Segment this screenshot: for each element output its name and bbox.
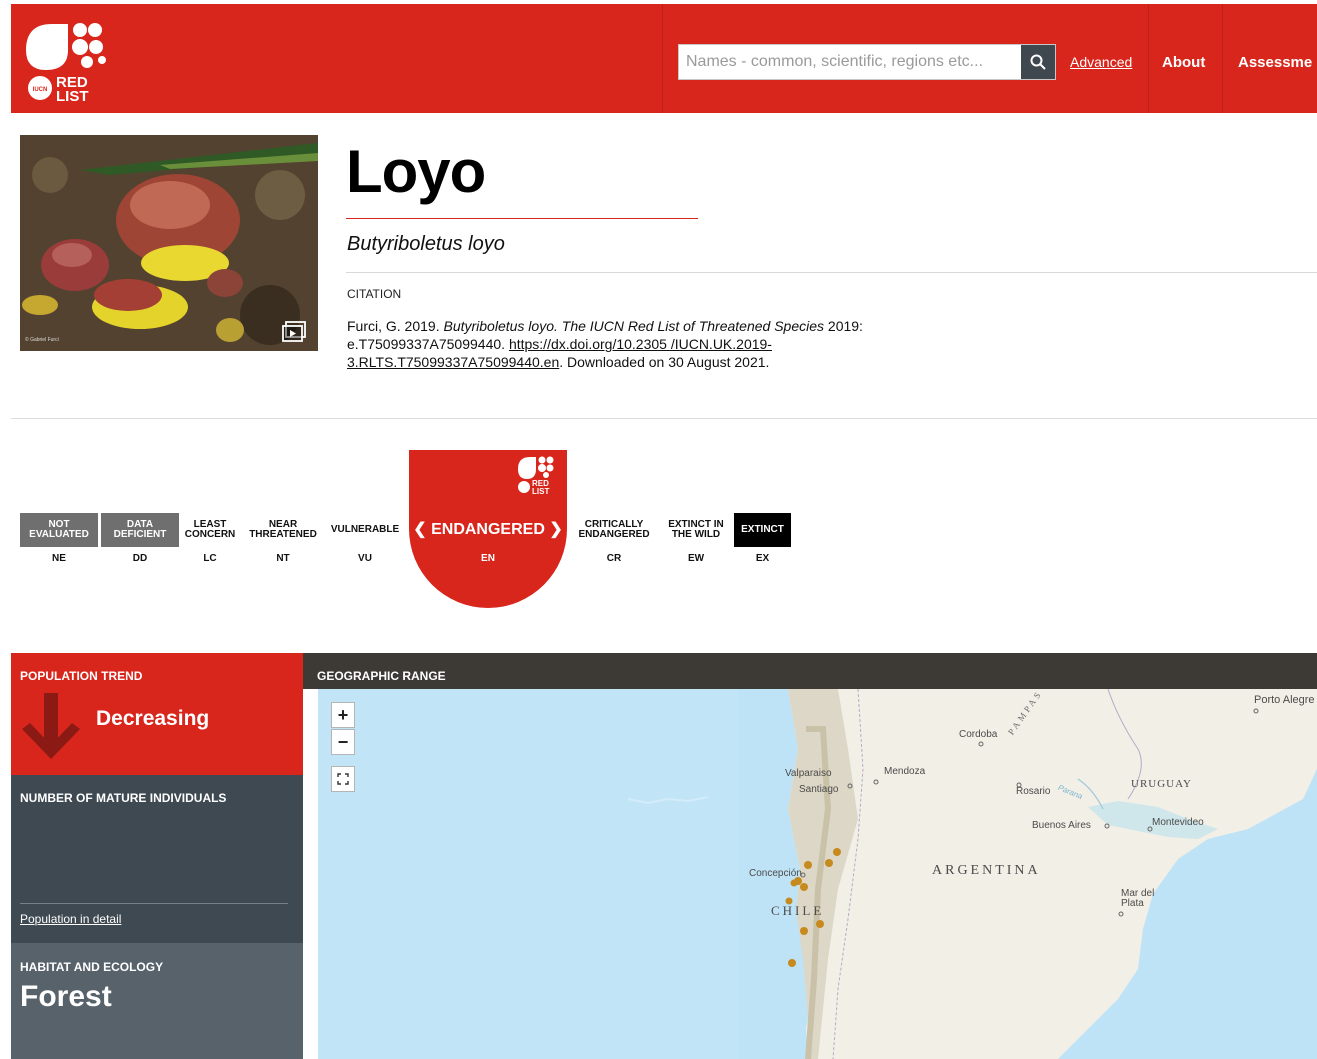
advanced-search-link[interactable]: Advanced <box>1070 54 1132 70</box>
map-label-santiago: Santiago <box>799 784 839 795</box>
search-box <box>678 44 1056 80</box>
map-label-porto-alegre: Porto Alegre <box>1254 694 1315 706</box>
photo-credit: © Gabriel Furci <box>25 337 59 343</box>
category-lc: LEAST CONCERN <box>184 519 236 540</box>
code-dd: DD <box>132 553 148 564</box>
habitat-label: HABITAT AND ECOLOGY <box>20 960 164 974</box>
red-list-mini-logo: RED LIST <box>518 456 554 495</box>
map-label-valparaiso: Valparaiso <box>785 768 832 779</box>
map-label-buenos-aires: Buenos Aires <box>1032 820 1091 831</box>
scientific-name: Butyriboletus loyo <box>347 233 505 255</box>
fullscreen-button[interactable] <box>331 766 355 792</box>
map-label-chile: CHILE <box>771 903 825 918</box>
range-map[interactable]: Porto Alegre Cordoba PAMPAS Mendoza Valp… <box>318 689 1317 1059</box>
common-name: Loyo <box>346 138 486 205</box>
map-label-mar-del-plata: Mar del Plata <box>1121 888 1155 909</box>
citation-text: Furci, G. 2019. Butyriboletus loyo. The … <box>347 317 947 371</box>
category-ex: EXTINCT <box>734 513 791 547</box>
header-divider <box>662 4 663 113</box>
site-header: IUCN RED LIST Advanced About Assessme <box>11 4 1317 113</box>
divider <box>20 903 288 904</box>
chevron-left-icon: ❮ <box>413 521 427 538</box>
species-photo[interactable]: © Gabriel Furci <box>20 135 318 351</box>
title-divider <box>346 218 698 219</box>
fullscreen-icon <box>337 773 349 785</box>
map-label-cordoba: Cordoba <box>959 729 998 740</box>
category-cr: CRITICALLY ENDANGERED <box>578 519 650 540</box>
section-divider <box>11 418 1317 419</box>
header-divider <box>1148 4 1149 113</box>
code-vu: VU <box>358 553 372 564</box>
citation-authors: Furci, G. 2019. <box>347 318 444 334</box>
nav-assessments[interactable]: Assessme <box>1238 54 1312 71</box>
code-ne: NE <box>52 553 66 564</box>
search-button[interactable] <box>1021 45 1055 79</box>
zoom-out-button[interactable]: − <box>331 729 355 755</box>
search-icon <box>1030 54 1046 70</box>
map-label-uruguay: URUGUAY <box>1131 778 1192 790</box>
category-vu: VULNERABLE <box>330 524 400 535</box>
mushroom-image <box>20 135 318 351</box>
search-input[interactable] <box>679 45 1019 79</box>
citation-label: CITATION <box>347 287 402 301</box>
svg-text:IUCN: IUCN <box>33 87 48 93</box>
category-ew: EXTINCT IN THE WILD <box>668 519 724 540</box>
geographic-range-label: GEOGRAPHIC RANGE <box>317 669 446 683</box>
habitat-value[interactable]: Forest <box>20 980 112 1014</box>
citation-title: Butyriboletus loyo. The IUCN Red List of… <box>443 318 825 334</box>
map-label-concepcion: Concepción <box>749 868 802 879</box>
code-ew: EW <box>687 553 705 564</box>
selected-category-label: ❮ ENDANGERED ❯ <box>413 521 563 538</box>
map-canvas <box>318 689 1317 1059</box>
code-lc: LC <box>203 553 217 564</box>
red-list-logo[interactable]: IUCN RED LIST <box>24 20 124 104</box>
code-nt: NT <box>276 553 290 564</box>
category-nt: NEAR THREATENED <box>249 519 317 540</box>
gallery-icon[interactable] <box>282 321 306 343</box>
code-ex: EX <box>755 553 770 564</box>
citation-downloaded: . Downloaded on 30 August 2021. <box>559 354 770 370</box>
population-detail-link[interactable]: Population in detail <box>20 912 121 926</box>
zoom-in-button[interactable]: + <box>331 702 355 728</box>
divider <box>346 272 1317 273</box>
nav-about[interactable]: About <box>1162 54 1205 71</box>
selected-category-code: EN <box>481 553 495 564</box>
map-label-argentina: ARGENTINA <box>932 863 1041 878</box>
chevron-right-icon: ❯ <box>549 521 563 538</box>
map-label-montevideo: Montevideo <box>1152 817 1204 828</box>
code-cr: CR <box>606 553 622 564</box>
population-trend-label: POPULATION TREND <box>20 669 143 683</box>
svg-text:LIST: LIST <box>56 88 89 104</box>
map-label-mendoza: Mendoza <box>884 766 926 777</box>
arrow-down-icon <box>22 693 80 759</box>
category-dd: DATA DEFICIENT <box>101 513 179 547</box>
geographic-range-header: GEOGRAPHIC RANGE <box>303 653 1317 689</box>
map-label-rosario: Rosario <box>1016 786 1051 797</box>
header-divider <box>1222 4 1223 113</box>
mature-individuals-label: NUMBER OF MATURE INDIVIDUALS <box>20 791 227 805</box>
svg-text:LIST: LIST <box>532 487 549 495</box>
category-ne: NOT EVALUATED <box>20 513 98 547</box>
population-trend-value: Decreasing <box>96 707 210 730</box>
